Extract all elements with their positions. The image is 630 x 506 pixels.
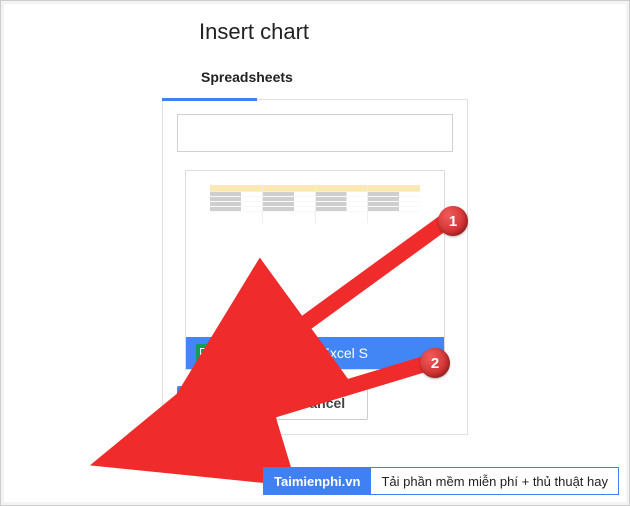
tab-spreadsheets[interactable]: Spreadsheets — [199, 63, 295, 99]
insert-chart-dialog: Insert chart Spreadsheets — [9, 19, 621, 435]
select-button[interactable]: Select — [177, 386, 262, 420]
active-tab-underline — [162, 98, 257, 101]
search-input[interactable] — [177, 114, 453, 152]
watermark-brand: Taimienphi.vn — [263, 467, 371, 495]
watermark-banner: Taimienphi.vn Tải phần mềm miễn phí + th… — [263, 467, 619, 495]
cancel-button[interactable]: Cancel — [276, 386, 368, 420]
sheets-icon — [196, 344, 214, 362]
file-preview-thumbnail — [186, 171, 444, 339]
file-card-footer: My Super Cool Excel S — [186, 337, 444, 369]
dialog-title: Insert chart — [199, 19, 621, 45]
watermark-tagline: Tải phần mềm miễn phí + thủ thuật hay — [371, 467, 619, 495]
file-picker-panel: My Super Cool Excel S Select Cancel — [162, 100, 468, 435]
spreadsheet-file-card[interactable]: My Super Cool Excel S — [185, 170, 445, 370]
dialog-button-row: Select Cancel — [177, 386, 453, 420]
file-name-label: My Super Cool Excel S — [224, 345, 368, 361]
tab-bar: Spreadsheets — [199, 63, 621, 99]
tab-separator — [162, 99, 468, 100]
